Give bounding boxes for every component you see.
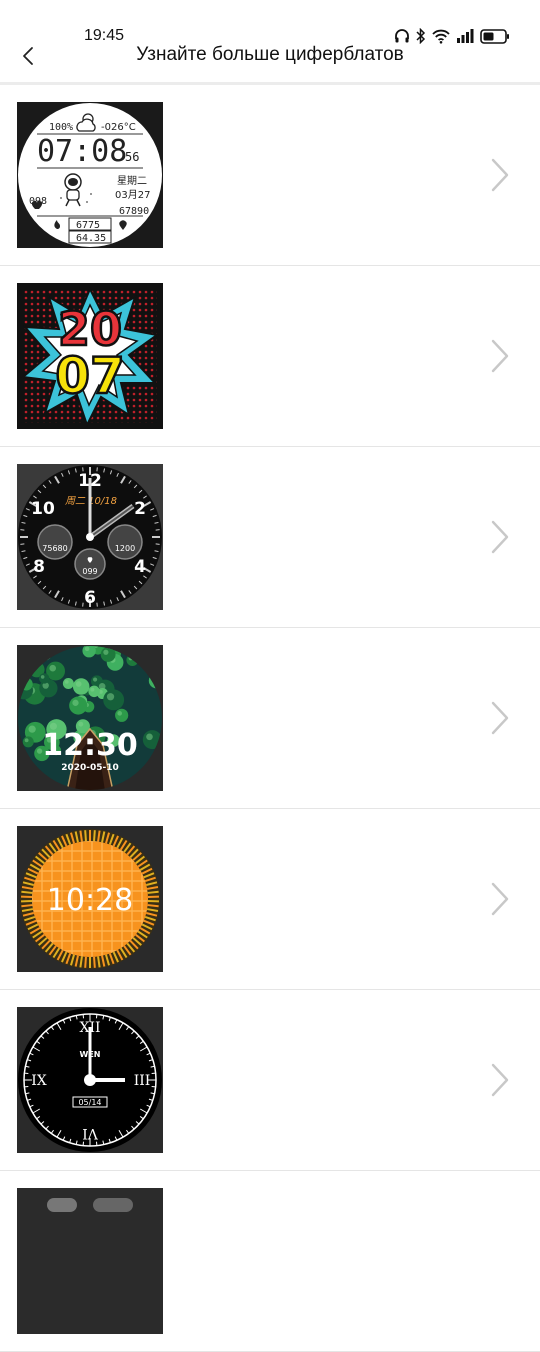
temperature-value: -026°C [101, 122, 136, 133]
page-title: Узнайте больше циферблатов [0, 44, 540, 66]
navigation-bar: Узнайте больше циферблатов [0, 38, 540, 82]
watch-face-thumbnail: 12 2 4 6 8 10 周二 10/18 75680 1200 099 [17, 464, 163, 610]
chevron-right-icon [488, 1062, 512, 1098]
watch-face-item[interactable]: 20 07 [0, 266, 540, 447]
numeral-vi: VI [82, 1125, 99, 1141]
chevron-right-icon [488, 519, 512, 555]
watch-face-thumbnail: 10:28 [17, 826, 163, 972]
heart-rate-value: 099 [82, 567, 97, 576]
numeral-2: 2 [134, 499, 146, 519]
numeral-4: 4 [134, 557, 146, 577]
watch-face-item[interactable] [0, 1171, 540, 1352]
distance-value: 64.35 [76, 233, 106, 244]
date-label: 03月27 [115, 189, 150, 201]
watch-face-thumbnail: 100% -026°C 07:08 56 星期二 [17, 102, 163, 248]
weekday-label: 星期二 [117, 175, 147, 187]
date-label: 05/14 [78, 1098, 101, 1107]
numeral-iii: III [134, 1073, 151, 1089]
watch-face-item[interactable]: 12 2 4 6 8 10 周二 10/18 75680 1200 099 [0, 447, 540, 628]
chevron-right-icon [488, 157, 512, 193]
steps-value: 75680 [42, 544, 67, 553]
watch-face-item[interactable]: 12:30 2020-05-10 [0, 628, 540, 809]
numeral-8: 8 [33, 557, 45, 577]
watch-face-thumbnail: 20 07 [17, 283, 163, 429]
digital-time: 12:30 [42, 728, 138, 763]
chevron-right-icon [488, 700, 512, 736]
chevron-right-icon [488, 338, 512, 374]
calories-value: 6775 [76, 220, 100, 231]
numeral-ix: IX [31, 1073, 47, 1089]
numeral-10: 10 [31, 499, 55, 519]
watch-face-thumbnail: XII III VI IX WEN 05/14 [17, 1007, 163, 1153]
digital-time: 07:08 [37, 134, 127, 169]
chevron-right-icon [488, 881, 512, 917]
date-label: 2020-05-10 [61, 763, 119, 773]
battery-value: 100% [49, 122, 73, 133]
numeral-6: 6 [84, 588, 96, 608]
steps-value: 67890 [119, 206, 149, 217]
watch-face-item[interactable]: 100% -026°C 07:08 56 星期二 [0, 85, 540, 266]
watch-face-item[interactable]: XII III VI IX WEN 05/14 [0, 990, 540, 1171]
digital-time: 10:28 [47, 883, 133, 918]
year-line-two: 07 [55, 347, 125, 405]
digital-seconds: 56 [125, 150, 139, 164]
watch-face-thumbnail [17, 1188, 163, 1334]
watch-face-list: 100% -026°C 07:08 56 星期二 [0, 85, 540, 1352]
calories-value: 1200 [115, 544, 135, 553]
watch-face-thumbnail: 12:30 2020-05-10 [17, 645, 163, 791]
watch-face-item[interactable]: 10:28 [0, 809, 540, 990]
